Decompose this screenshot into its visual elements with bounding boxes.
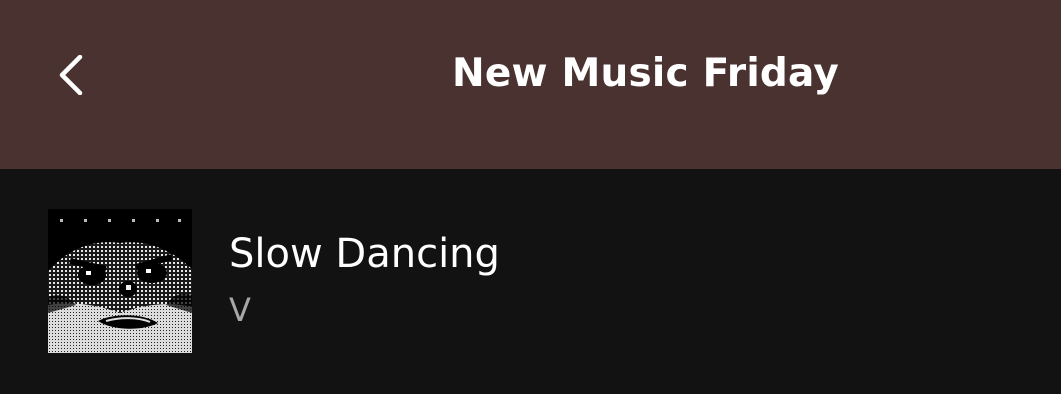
album-cover xyxy=(48,209,192,353)
track-info: Slow Dancing V xyxy=(229,226,500,332)
album-cover-image xyxy=(48,209,192,353)
track-row[interactable]: Slow Dancing V xyxy=(0,200,1061,360)
playlist-header: New Music Friday xyxy=(0,0,1061,169)
track-title: Slow Dancing xyxy=(229,231,500,277)
track-artist: V xyxy=(229,291,251,329)
page-title: New Music Friday xyxy=(452,51,839,96)
playlist-screen: New Music Friday Slow Dancing V xyxy=(0,0,1061,394)
